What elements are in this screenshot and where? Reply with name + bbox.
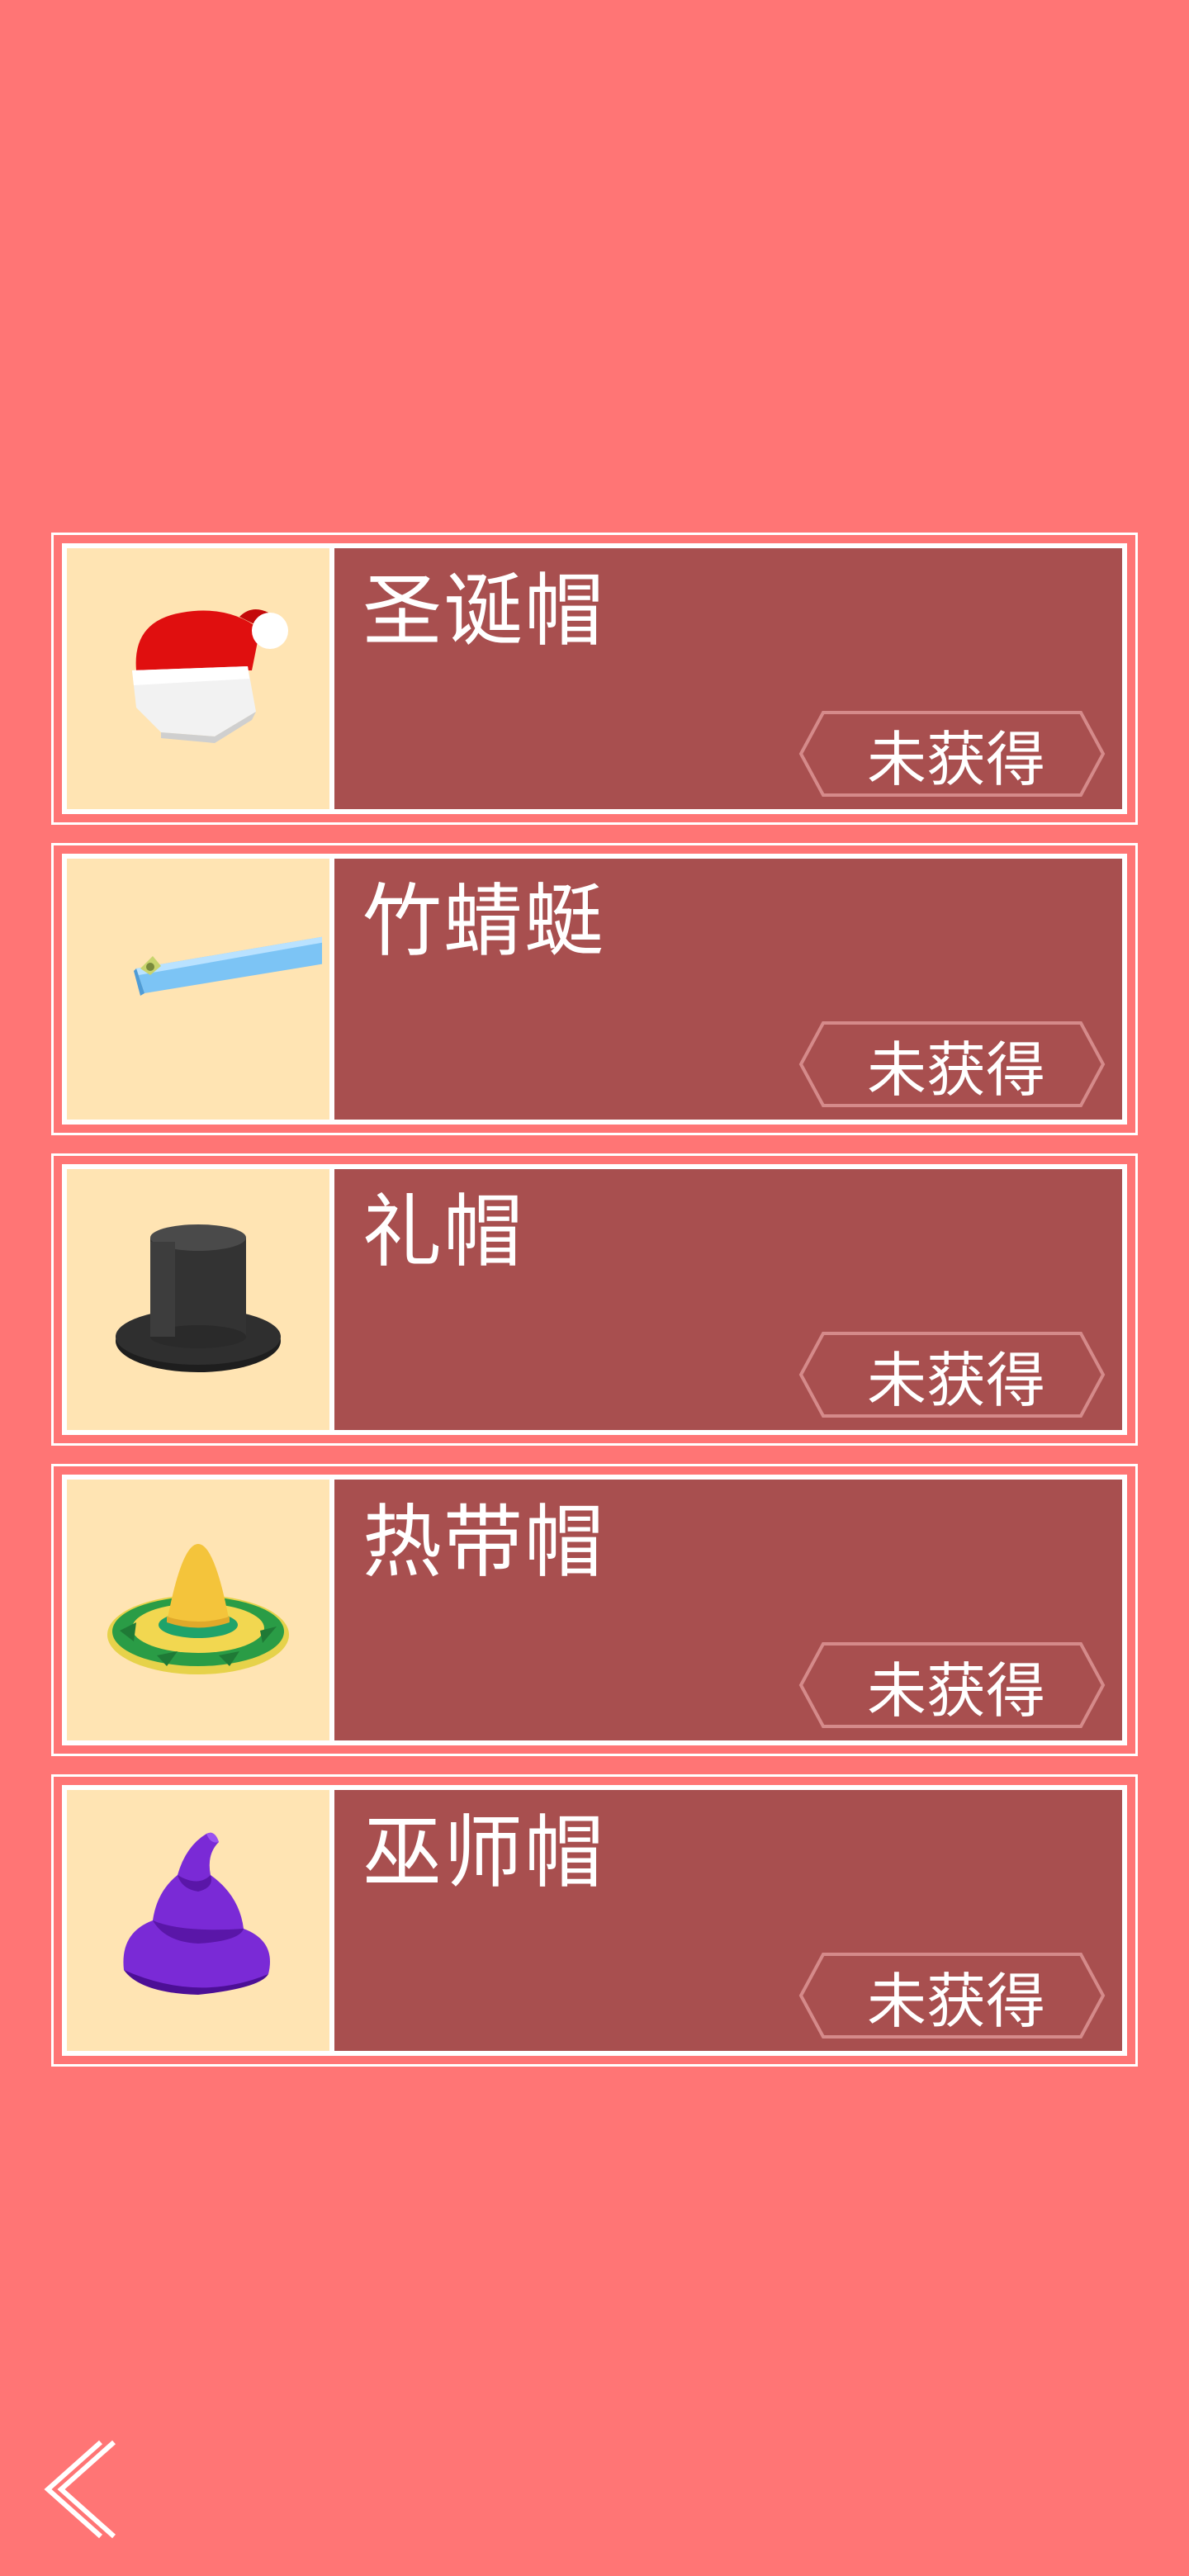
status-label: 未获得 xyxy=(866,1966,1045,2036)
status-label: 未获得 xyxy=(866,724,1045,794)
back-button[interactable] xyxy=(33,2436,116,2543)
hat-card-sombrero[interactable]: 热带帽 未获得 xyxy=(51,1464,1138,1756)
status-badge: 未获得 xyxy=(798,1952,1106,2039)
sombrero-icon xyxy=(107,1544,289,1674)
status-label: 未获得 xyxy=(866,1035,1045,1105)
hat-name: 巫师帽 xyxy=(362,1807,605,1899)
hat-info: 竹蜻蜓 未获得 xyxy=(334,859,1122,1120)
status-badge: 未获得 xyxy=(798,1331,1106,1418)
status-badge: 未获得 xyxy=(798,710,1106,798)
hat-thumbnail xyxy=(67,548,334,809)
hat-list: 圣诞帽 未获得 竹蜻蜓 未获得 礼帽 未获得 热带帽 未获得 巫师帽 未获得 xyxy=(51,533,1138,2085)
chevron-left-icon xyxy=(44,2440,116,2539)
hat-name: 热带帽 xyxy=(362,1496,605,1589)
hat-card-inner: 热带帽 未获得 xyxy=(62,1475,1127,1745)
hat-thumbnail xyxy=(67,859,334,1120)
status-badge: 未获得 xyxy=(798,1020,1106,1108)
hat-thumbnail xyxy=(67,1480,334,1740)
hat-card-inner: 礼帽 未获得 xyxy=(62,1164,1127,1435)
hat-name: 竹蜻蜓 xyxy=(362,875,605,968)
hat-info: 热带帽 未获得 xyxy=(334,1480,1122,1740)
hat-card-bamboo-copter[interactable]: 竹蜻蜓 未获得 xyxy=(51,843,1138,1135)
bamboo-copter-icon xyxy=(134,936,322,996)
status-label: 未获得 xyxy=(866,1345,1045,1415)
wizard-hat-icon xyxy=(123,1832,270,1995)
hat-name: 礼帽 xyxy=(362,1186,524,1278)
hat-card-inner: 巫师帽 未获得 xyxy=(62,1785,1127,2056)
hat-card-inner: 竹蜻蜓 未获得 xyxy=(62,854,1127,1125)
top-hat-icon xyxy=(116,1224,281,1372)
status-badge: 未获得 xyxy=(798,1641,1106,1729)
status-label: 未获得 xyxy=(866,1655,1045,1726)
hat-info: 礼帽 未获得 xyxy=(334,1169,1122,1430)
hat-card-wizard[interactable]: 巫师帽 未获得 xyxy=(51,1774,1138,2067)
hat-card-inner: 圣诞帽 未获得 xyxy=(62,543,1127,814)
hat-card-top-hat[interactable]: 礼帽 未获得 xyxy=(51,1153,1138,1446)
hat-info: 圣诞帽 未获得 xyxy=(334,548,1122,809)
hat-card-santa[interactable]: 圣诞帽 未获得 xyxy=(51,533,1138,825)
santa-hat-icon xyxy=(132,609,288,743)
hat-thumbnail xyxy=(67,1169,334,1430)
hat-info: 巫师帽 未获得 xyxy=(334,1790,1122,2051)
hat-thumbnail xyxy=(67,1790,334,2051)
hat-name: 圣诞帽 xyxy=(362,565,605,657)
